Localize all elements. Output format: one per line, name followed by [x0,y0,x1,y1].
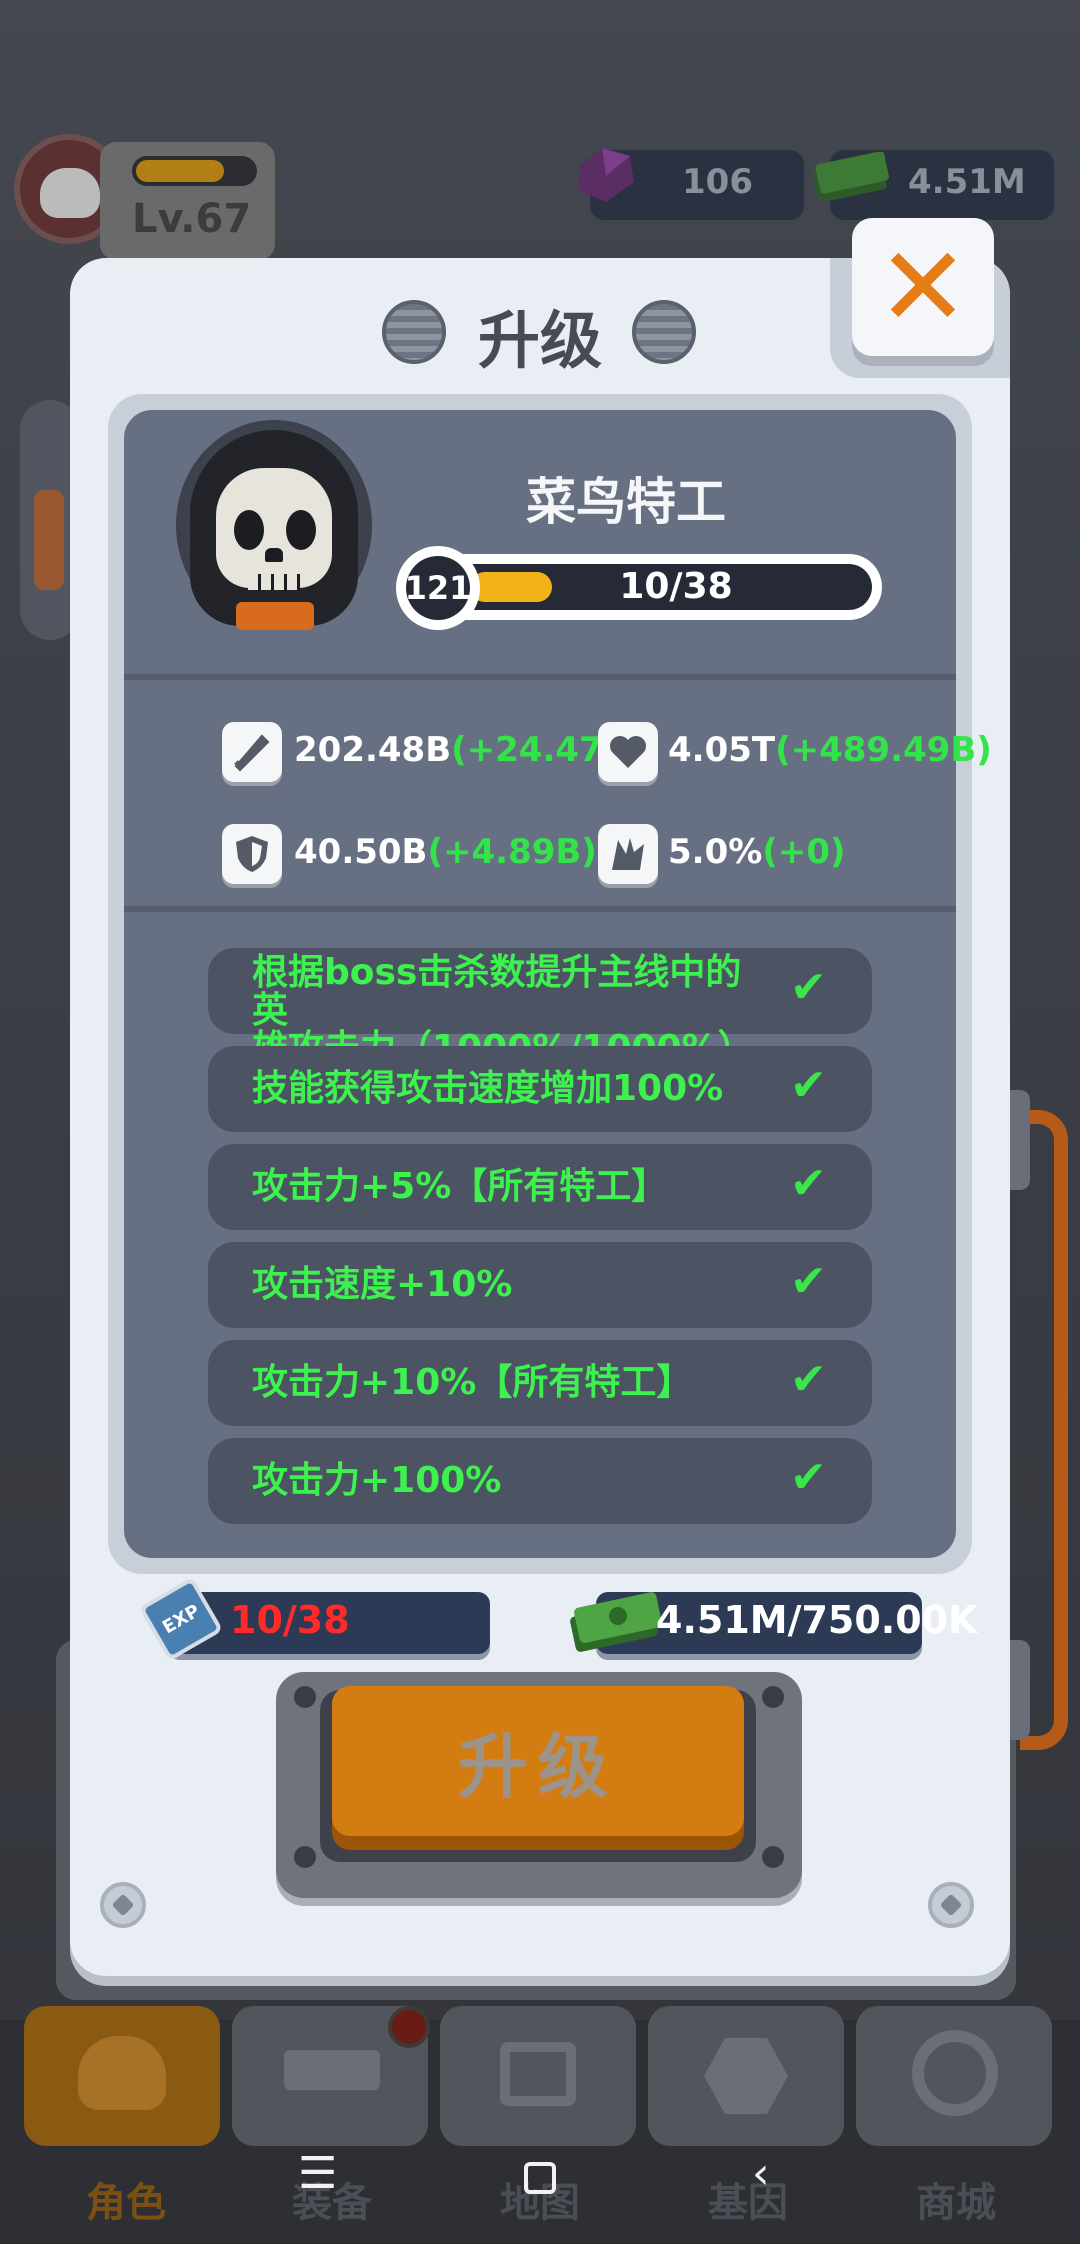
hero-level-value: 121 [405,556,471,620]
player-level-text: Lv.67 [132,196,252,242]
map-icon [500,2042,576,2106]
upgrade-button-label: 升级 [458,1725,618,1808]
skull-teeth [248,574,300,590]
close-icon: ✕ [876,223,970,351]
cash-icon [570,1592,662,1652]
gems-value: 106 [682,162,753,202]
skull-nose [265,548,283,562]
cash-value: 4.51M [908,162,1026,202]
crit-stat: 5.0%(+0) [668,832,846,872]
screw [294,1686,316,1708]
divider-top [124,674,956,680]
screw [762,1846,784,1868]
nav-tab-shop[interactable] [856,2006,1052,2146]
bolt-decoration [928,1882,974,1928]
divider-bottom [124,906,956,912]
nav-tab-map[interactable] [440,2006,636,2146]
check-icon: ✔ [790,962,827,1013]
cash-cost-value: 4.51M/750.00K [656,1598,978,1642]
hero-collar [236,602,314,630]
attack-stat: 202.48B(+24.47B) [294,730,645,770]
defense-stat: 40.50B(+4.89B) [294,832,597,872]
menu-icon[interactable]: ☰ [298,2148,337,2199]
hex-icon [704,2038,788,2114]
nav-tab-gene[interactable] [648,2006,844,2146]
check-icon: ✔ [790,1158,827,1209]
crit-icon [598,824,658,884]
check-icon: ✔ [790,1354,827,1405]
feature-text: 攻击速度+10% [252,1264,513,1305]
exp-cost-value: 10/38 [230,1598,350,1642]
nav-label-gene: 基因 [708,2180,788,2226]
skull-eye-left [234,510,264,550]
skull-eye-right [286,510,316,550]
upgrade-button[interactable]: 升级 [332,1686,744,1836]
hero-name: 菜鸟特工 [526,473,726,531]
back-icon[interactable]: ‹ [752,2148,770,2199]
heart-icon [598,722,658,782]
screw [294,1846,316,1868]
health-stat: 4.05T(+489.49B) [668,730,992,770]
player-level-bar [132,156,257,186]
attack-icon [222,722,282,782]
feature-text: 攻击力+5%【所有特工】 [252,1166,668,1207]
check-icon: ✔ [790,1060,827,1111]
skull-icon [40,168,100,218]
feature-text: 攻击力+100% [252,1460,502,1501]
feature-text: 攻击力+10%【所有特工】 [252,1362,693,1403]
screw [762,1686,784,1708]
weapon-icon [284,2050,380,2090]
check-icon: ✔ [790,1452,827,1503]
nav-label-character: 角色 [86,2180,166,2226]
nav-label-shop: 商城 [916,2180,996,2226]
shield-icon [222,824,282,884]
side-tab [34,490,64,590]
home-icon[interactable] [524,2162,556,2194]
nav-tab-character[interactable] [24,2006,220,2146]
feature-text: 技能获得攻击速度增加100% [252,1068,724,1109]
cash-icon [812,152,889,200]
gem-icon [578,148,634,202]
hero-exp-text: 10/38 [619,566,733,607]
close-button[interactable]: ✕ [852,218,994,356]
bolt-decoration [100,1882,146,1928]
shop-icon [912,2030,998,2116]
notification-badge [388,2006,430,2048]
check-icon: ✔ [790,1256,827,1307]
character-icon [78,2036,166,2110]
